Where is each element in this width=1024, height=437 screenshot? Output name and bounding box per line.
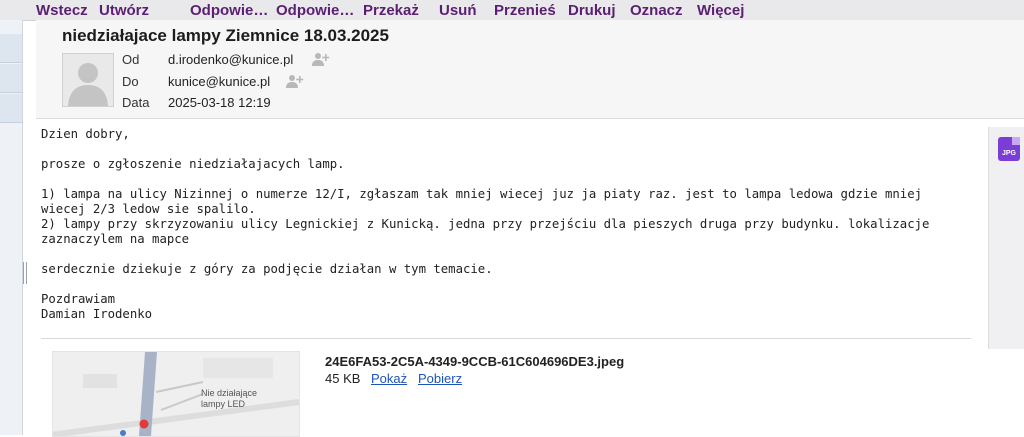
map-annotation: lampy LED	[201, 399, 246, 409]
message-header: niedziałajace lampy Ziemnice 18.03.2025 …	[36, 20, 1024, 119]
pane-resize-handle[interactable]	[22, 262, 28, 284]
map-image	[53, 352, 299, 436]
attachment-side-pane: JPG	[988, 127, 1024, 349]
map-annotation: Nie działające	[201, 388, 258, 398]
message-body: Dzien dobry, prosze o zgłoszenie niedzia…	[41, 127, 930, 321]
compose-button[interactable]: Utwórz	[99, 2, 149, 19]
toolbar: Wstecz Utwórz Odpowie… Odpowie… Przekaż …	[0, 0, 1024, 21]
print-button[interactable]: Drukuj	[568, 2, 616, 19]
date-label: Data	[122, 95, 150, 110]
to-address[interactable]: kunice@kunice.pl	[168, 74, 270, 89]
attachment-thumbnail[interactable]: Nie działające lampy LED	[52, 351, 300, 437]
add-contact-icon[interactable]	[286, 74, 304, 88]
back-button[interactable]: Wstecz	[36, 2, 88, 19]
add-contact-icon[interactable]	[312, 52, 330, 66]
download-attachment-link[interactable]: Pobierz	[418, 371, 462, 386]
show-attachment-link[interactable]: Pokaż	[371, 371, 407, 386]
avatar	[62, 53, 114, 107]
person-placeholder-icon	[63, 54, 113, 106]
attachment-size: 45 KB	[325, 371, 361, 386]
message-date: 2025-03-18 12:19	[168, 95, 271, 110]
folder-pane-item[interactable]	[0, 94, 22, 123]
folder-pane-edge	[0, 20, 23, 435]
mark-button[interactable]: Oznacz	[630, 2, 683, 19]
folder-pane-item[interactable]	[0, 64, 22, 93]
attachment-filename: 24E6FA53-2C5A-4349-9CCB-61C604696DE3.jpe…	[325, 354, 625, 369]
message-subject: niedziałajace lampy Ziemnice 18.03.2025	[62, 26, 389, 45]
delete-button[interactable]: Usuń	[439, 2, 477, 19]
attachment-divider	[41, 338, 971, 339]
folder-pane-item[interactable]	[0, 34, 22, 63]
reply-all-button[interactable]: Odpowie…	[276, 2, 354, 19]
from-address[interactable]: d.irodenko@kunice.pl	[168, 52, 293, 67]
from-label: Od	[122, 52, 140, 67]
forward-button[interactable]: Przekaż	[363, 2, 419, 19]
to-label: Do	[122, 74, 139, 89]
jpg-file-icon[interactable]: JPG	[998, 137, 1020, 161]
more-button[interactable]: Więcej	[697, 2, 744, 19]
reply-button[interactable]: Odpowie…	[190, 2, 268, 19]
move-button[interactable]: Przenieś	[494, 2, 556, 19]
